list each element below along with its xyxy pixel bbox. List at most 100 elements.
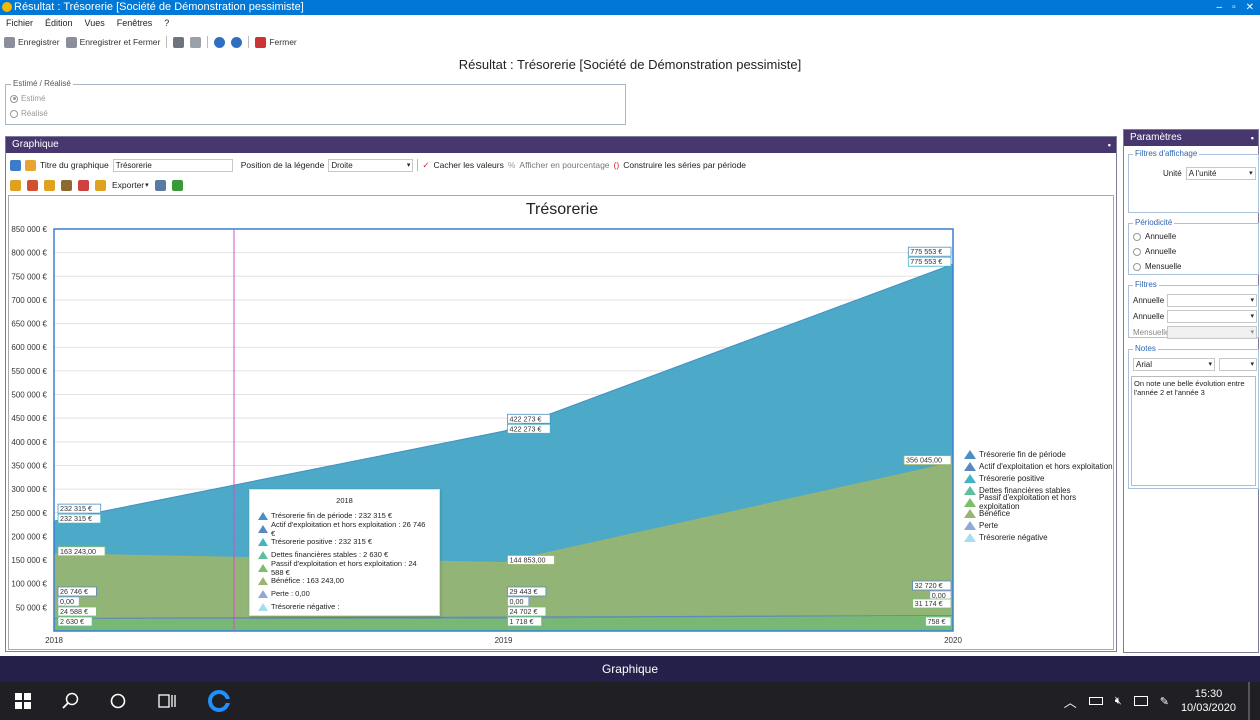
refresh-icon[interactable] (171, 179, 183, 191)
radio-estime-label: Estimé (21, 94, 46, 103)
close-window-icon[interactable]: ✕ (1246, 0, 1254, 15)
menu-vues[interactable]: Vues (85, 15, 105, 31)
filter-select-2[interactable]: ▾ (1167, 310, 1257, 323)
clock[interactable]: 15:30 10/03/2020 (1181, 687, 1236, 715)
radio-realise[interactable]: Réalisé (10, 109, 48, 118)
volume-muted-icon[interactable]: 🔇︎ (1115, 695, 1122, 708)
build-series-button[interactable]: Construire les séries par période (623, 160, 746, 170)
pen-icon[interactable]: ✎ (1160, 695, 1169, 708)
zoom-icon[interactable] (154, 179, 166, 191)
print-icon[interactable] (173, 36, 185, 48)
hide-values-button[interactable]: Cacher les valeurs (433, 160, 503, 170)
legend-item[interactable]: Trésorerie fin de période (964, 449, 1113, 461)
menu-help[interactable]: ? (164, 15, 169, 31)
tooltip-swatch (258, 511, 268, 520)
periodicity-group: Périodicité Annuelle Annuelle Mensuelle (1128, 218, 1259, 275)
line-chart-icon[interactable] (27, 179, 38, 191)
unit-label: Unité (1163, 169, 1182, 178)
periodicity-option-1[interactable]: Annuelle (1133, 232, 1176, 241)
chevron-down-icon: ▾ (1250, 361, 1254, 368)
tooltip-label: Trésorerie positive : 232 315 € (271, 537, 373, 546)
footer-tab[interactable]: Graphique (0, 656, 1260, 682)
close-doc-icon (255, 36, 267, 48)
radio-estime[interactable]: Estimé (10, 94, 45, 103)
battery-icon[interactable] (1088, 697, 1103, 705)
legend-label: Trésorerie fin de période (979, 450, 1066, 460)
export-button[interactable]: Exporter (112, 180, 144, 190)
unit-select[interactable]: A l'unité ▾ (1185, 167, 1256, 180)
tooltip-row: Actif d'exploitation et hors exploitatio… (258, 520, 431, 538)
legend-position-select[interactable]: Droite ▾ (328, 158, 414, 172)
forward-icon[interactable] (231, 36, 243, 48)
chart-frame: Trésorerie 850 000 €800 000 €750 000 €70… (8, 195, 1114, 650)
back-icon[interactable] (214, 36, 226, 48)
radio-estime-circle[interactable] (10, 94, 18, 103)
menu-edition[interactable]: Édition (45, 15, 73, 31)
cortana-icon[interactable] (110, 693, 126, 709)
menu-fenetres[interactable]: Fenêtres (117, 15, 153, 31)
area-chart: 850 000 € 800 000 € 750 000 € 700 000 € 650 … (11, 225, 962, 645)
filters-group: Filtres Annuelle ▾ Annuelle ▾ Mensuelle ▾ (1128, 280, 1259, 339)
chevron-up-icon[interactable]: ︿ (1064, 692, 1077, 711)
legend-item[interactable]: Trésorerie positive (964, 473, 1113, 485)
estime-group-legend: Estimé / Réalisé (11, 79, 73, 88)
area-chart-icon[interactable] (78, 179, 89, 191)
notes-textarea[interactable]: On note une belle évolution entre l'anné… (1131, 376, 1256, 486)
palette-icon[interactable] (25, 159, 36, 171)
legend-item[interactable]: Passif d'exploitation et hors exploitati… (964, 493, 1113, 511)
tooltip-swatch (258, 563, 268, 572)
notes-size-select[interactable]: ▾ (1219, 358, 1257, 371)
search-icon[interactable] (62, 692, 80, 710)
edge-browser-icon[interactable] (208, 690, 230, 712)
show-percent-button[interactable]: Afficher en pourcentage (519, 160, 609, 170)
periodicity-radio-3[interactable] (1133, 262, 1141, 271)
radio-realise-label: Réalisé (21, 109, 48, 118)
task-view-icon[interactable] (158, 693, 176, 709)
axis-icon[interactable] (61, 179, 72, 191)
y-tick-label: 250 000 € (11, 509, 47, 518)
network-icon[interactable] (1133, 696, 1148, 706)
chart-legend: Trésorerie fin de période Actif d'exploit… (964, 449, 1113, 543)
notifications-icon[interactable] (1248, 682, 1250, 720)
chevron-down-icon: ▾ (1249, 170, 1253, 177)
legend-swatch (964, 532, 976, 542)
legend-item[interactable]: Perte (964, 520, 1113, 532)
graph-panel: Graphique ▪ Titre du graphique Trésoreri… (5, 136, 1117, 652)
y-tick-label: 100 000 € (11, 580, 47, 589)
save-button[interactable]: Enregistrer (4, 36, 60, 48)
save-close-icon (65, 36, 77, 48)
percent-icon: % (507, 160, 516, 170)
y-tick-label: 600 000 € (11, 343, 47, 352)
bar-chart-icon[interactable] (10, 179, 21, 191)
chevron-down-icon: ▾ (1250, 313, 1254, 320)
periodicity-radio-2[interactable] (1133, 247, 1141, 256)
legend-item[interactable]: Actif d'exploitation et hors exploitatio… (964, 461, 1113, 473)
periodicity-option-3[interactable]: Mensuelle (1133, 262, 1181, 271)
restore-icon[interactable]: ▫ (1232, 0, 1236, 15)
data-label: 24 702 € (510, 607, 538, 616)
chart-title-input[interactable]: Trésorerie (112, 158, 233, 172)
minimize-icon[interactable]: – (1217, 0, 1223, 15)
close-label: Fermer (269, 37, 297, 47)
print-preview-icon[interactable] (190, 36, 202, 48)
x-tick-label: 2019 (495, 636, 513, 645)
chart-type-icon[interactable] (10, 159, 21, 171)
options-icon[interactable] (95, 179, 106, 191)
chart-tooltip: 2018 Trésorerie fin de période : 232 315… (249, 489, 440, 616)
periodicity-option-2[interactable]: Annuelle (1133, 247, 1176, 256)
legend-item[interactable]: Trésorerie négative (964, 532, 1113, 544)
filter-select-1[interactable]: ▾ (1167, 294, 1257, 307)
windows-start-icon[interactable] (15, 693, 31, 709)
notes-font-select[interactable]: Arial ▾ (1133, 358, 1215, 371)
pin-icon[interactable]: ▪ (1108, 137, 1111, 153)
radio-realise-circle[interactable] (10, 109, 18, 118)
close-button[interactable]: Fermer (255, 36, 297, 48)
save-close-button[interactable]: Enregistrer et Fermer (65, 36, 160, 48)
y-tick-label: 50 000 € (16, 603, 48, 612)
periodicity-radio-1[interactable] (1133, 232, 1141, 241)
tooltip-swatch (258, 524, 268, 533)
title-label: Titre du graphique (40, 160, 109, 170)
pin-icon[interactable]: ▪ (1251, 130, 1254, 146)
pie-chart-icon[interactable] (44, 179, 55, 191)
menu-fichier[interactable]: Fichier (6, 15, 33, 31)
